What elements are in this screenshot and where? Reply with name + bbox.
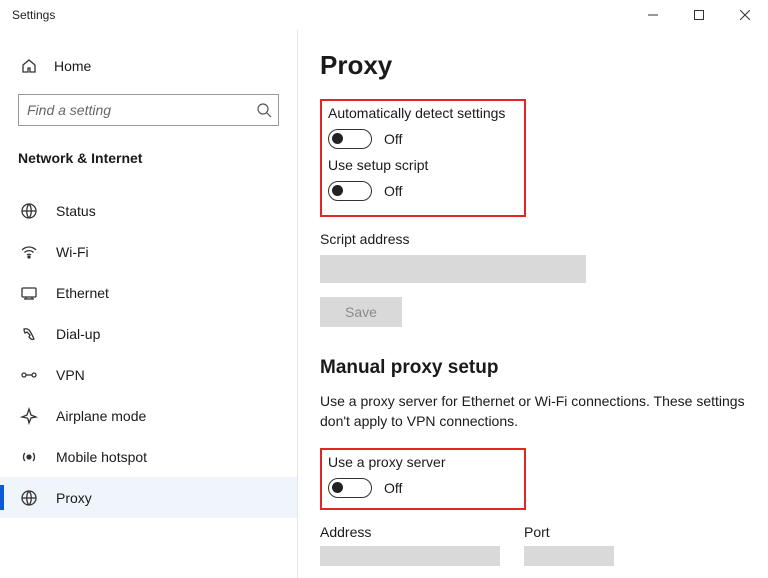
sidebar-item-hotspot[interactable]: Mobile hotspot [0, 436, 297, 477]
auto-detect-label: Automatically detect settings [328, 105, 516, 121]
sidebar-item-vpn[interactable]: VPN [0, 354, 297, 395]
sidebar-item-label: Status [56, 203, 96, 219]
use-script-value: Off [384, 183, 402, 199]
sidebar-item-label: Proxy [56, 490, 92, 506]
script-address-input [320, 255, 586, 283]
home-label: Home [54, 58, 91, 74]
sidebar-item-ethernet[interactable]: Ethernet [0, 272, 297, 313]
sidebar-item-label: Mobile hotspot [56, 449, 147, 465]
port-label: Port [524, 524, 614, 540]
use-proxy-label: Use a proxy server [328, 454, 516, 470]
maximize-icon [694, 10, 704, 20]
manual-heading: Manual proxy setup [320, 357, 750, 379]
search-box[interactable] [18, 94, 279, 126]
address-port-row: Address Port [320, 524, 750, 566]
sidebar-item-proxy[interactable]: Proxy [0, 477, 297, 518]
sidebar-item-label: Ethernet [56, 285, 109, 301]
sidebar-item-label: VPN [56, 367, 85, 383]
auto-detect-toggle[interactable] [328, 129, 372, 149]
address-label: Address [320, 524, 500, 540]
use-script-label: Use setup script [328, 157, 516, 173]
sidebar-item-status[interactable]: Status [0, 190, 297, 231]
auto-setup-highlight: Automatically detect settings Off Use se… [320, 99, 526, 217]
close-icon [740, 10, 750, 20]
content-pane: Proxy Automatically detect settings Off … [298, 30, 768, 578]
sidebar-category: Network & Internet [0, 144, 297, 176]
window-title: Settings [12, 8, 630, 22]
sidebar-item-label: Airplane mode [56, 408, 146, 424]
use-proxy-value: Off [384, 480, 402, 496]
use-proxy-toggle[interactable] [328, 478, 372, 498]
sidebar-item-airplane[interactable]: Airplane mode [0, 395, 297, 436]
sidebar-item-dialup[interactable]: Dial-up [0, 313, 297, 354]
sidebar: Home Network & Internet Status Wi-Fi Eth… [0, 30, 298, 578]
use-script-toggle[interactable] [328, 181, 372, 201]
close-button[interactable] [722, 0, 768, 30]
sidebar-nav: Status Wi-Fi Ethernet Dial-up VPN Airpla… [0, 190, 297, 518]
airplane-icon [20, 407, 38, 425]
proxy-icon [20, 489, 38, 507]
hotspot-icon [20, 448, 38, 466]
home-icon [20, 58, 38, 74]
home-link[interactable]: Home [0, 50, 297, 82]
minimize-button[interactable] [630, 0, 676, 30]
maximize-button[interactable] [676, 0, 722, 30]
manual-proxy-highlight: Use a proxy server Off [320, 448, 526, 510]
status-icon [20, 202, 38, 220]
titlebar: Settings [0, 0, 768, 30]
save-button: Save [320, 297, 402, 327]
minimize-icon [648, 10, 658, 20]
sidebar-item-label: Dial-up [56, 326, 100, 342]
sidebar-item-label: Wi-Fi [56, 244, 89, 260]
sidebar-item-wifi[interactable]: Wi-Fi [0, 231, 297, 272]
dialup-icon [20, 325, 38, 343]
window-controls [630, 0, 768, 30]
search-input[interactable] [27, 102, 256, 118]
script-address-label: Script address [320, 231, 750, 247]
wifi-icon [20, 243, 38, 261]
search-icon [256, 102, 272, 118]
page-title: Proxy [320, 50, 750, 81]
vpn-icon [20, 366, 38, 384]
port-input [524, 546, 614, 566]
address-input [320, 546, 500, 566]
manual-description: Use a proxy server for Ethernet or Wi-Fi… [320, 391, 750, 432]
ethernet-icon [20, 284, 38, 302]
auto-detect-value: Off [384, 131, 402, 147]
